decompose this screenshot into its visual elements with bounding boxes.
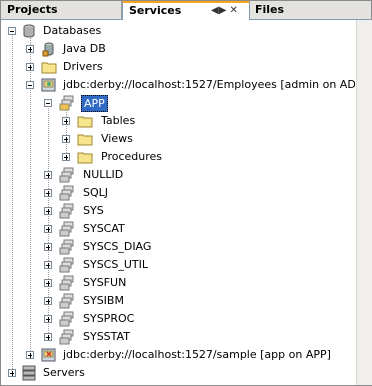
collapse-toggle[interactable] bbox=[8, 27, 16, 35]
schema-icon bbox=[59, 239, 74, 255]
collapse-toggle[interactable] bbox=[44, 99, 52, 107]
tree-label: SYSCAT bbox=[83, 222, 125, 235]
tree-label: Views bbox=[101, 132, 133, 145]
tree-label: SYSIBM bbox=[83, 294, 124, 307]
schema-icon bbox=[59, 275, 74, 291]
vertical-scrollbar[interactable] bbox=[356, 20, 372, 385]
folder-icon bbox=[77, 134, 93, 146]
schema-icon bbox=[59, 203, 74, 219]
expand-toggle[interactable] bbox=[44, 297, 52, 305]
tree-node-schema-syscs-util[interactable]: SYSCS_UTIL bbox=[1, 256, 355, 274]
tree-node-tables[interactable]: Tables bbox=[1, 112, 355, 130]
tree-node-schema-app[interactable]: APP bbox=[1, 94, 355, 112]
tree-label: SYSCS_DIAG bbox=[83, 240, 152, 253]
database-icon bbox=[23, 24, 35, 38]
tab-projects-label: Projects bbox=[7, 3, 58, 16]
tree-label: SYSSTAT bbox=[83, 330, 130, 343]
tab-files-label: Files bbox=[255, 3, 285, 16]
tree-label: SYSCS_UTIL bbox=[83, 258, 148, 271]
schema-icon bbox=[59, 293, 74, 309]
expand-toggle[interactable] bbox=[8, 369, 16, 377]
tree-label: jdbc:derby://localhost:1527/sample [app … bbox=[63, 348, 331, 361]
expand-toggle[interactable] bbox=[62, 117, 70, 125]
expand-toggle[interactable] bbox=[62, 135, 70, 143]
tree-node-drivers[interactable]: Drivers bbox=[1, 58, 355, 76]
tree-node-schema-nullid[interactable]: NULLID bbox=[1, 166, 355, 184]
tree-node-procedures[interactable]: Procedures bbox=[1, 148, 355, 166]
folder-icon bbox=[41, 62, 57, 74]
expand-toggle[interactable] bbox=[44, 333, 52, 341]
tree-node-schema-sysstat[interactable]: SYSSTAT bbox=[1, 328, 355, 346]
tree-node-servers[interactable]: Servers bbox=[1, 364, 355, 382]
tree-label: Servers bbox=[43, 366, 85, 379]
java-db-icon bbox=[42, 42, 54, 57]
connection-icon bbox=[41, 78, 56, 92]
tree-label: jdbc:derby://localhost:1527/Employees [a… bbox=[63, 78, 355, 91]
tree-node-connection-sample[interactable]: jdbc:derby://localhost:1527/sample [app … bbox=[1, 346, 355, 364]
schema-icon bbox=[59, 257, 74, 273]
expand-toggle[interactable] bbox=[44, 315, 52, 323]
tab-bar: Projects Services ◀▶ ✕ Files bbox=[1, 1, 371, 20]
connection-broken-icon bbox=[41, 348, 56, 362]
tab-services-controls[interactable]: ◀▶ ✕ bbox=[211, 3, 238, 19]
schema-icon bbox=[59, 95, 74, 111]
services-tree: Databases Java DB Drivers jdbc:derby://l… bbox=[1, 20, 355, 385]
tree-node-schema-sysibm[interactable]: SYSIBM bbox=[1, 292, 355, 310]
tab-services[interactable]: Services ◀▶ ✕ bbox=[122, 1, 250, 20]
tree-node-connection-employees[interactable]: jdbc:derby://localhost:1527/Employees [a… bbox=[1, 76, 355, 94]
tree-node-schema-syscs-diag[interactable]: SYSCS_DIAG bbox=[1, 238, 355, 256]
schema-icon bbox=[59, 329, 74, 345]
expand-toggle[interactable] bbox=[44, 207, 52, 215]
folder-icon bbox=[77, 152, 93, 164]
services-window: Projects Services ◀▶ ✕ Files Databases J… bbox=[0, 0, 372, 386]
tree-label: SYSFUN bbox=[83, 276, 127, 289]
tree-node-views[interactable]: Views bbox=[1, 130, 355, 148]
expand-toggle[interactable] bbox=[26, 63, 34, 71]
tree-node-databases[interactable]: Databases bbox=[1, 22, 355, 40]
tree-node-javadb[interactable]: Java DB bbox=[1, 40, 355, 58]
tree-node-schema-sqlj[interactable]: SQLJ bbox=[1, 184, 355, 202]
expand-toggle[interactable] bbox=[44, 243, 52, 251]
expand-toggle[interactable] bbox=[62, 153, 70, 161]
server-icon bbox=[22, 365, 36, 381]
tree-label: Drivers bbox=[63, 60, 103, 73]
tree-node-schema-sys[interactable]: SYS bbox=[1, 202, 355, 220]
tree-label: Tables bbox=[101, 114, 136, 127]
expand-toggle[interactable] bbox=[44, 225, 52, 233]
collapse-toggle[interactable] bbox=[26, 81, 34, 89]
expand-toggle[interactable] bbox=[44, 189, 52, 197]
folder-icon bbox=[77, 116, 93, 128]
schema-icon bbox=[59, 185, 74, 201]
tab-services-label: Services bbox=[129, 4, 182, 17]
expand-toggle[interactable] bbox=[26, 45, 34, 53]
tree-label: NULLID bbox=[83, 168, 124, 181]
tree-label: Databases bbox=[43, 24, 102, 37]
tree-node-schema-sysproc[interactable]: SYSPROC bbox=[1, 310, 355, 328]
tree-label: Java DB bbox=[63, 42, 106, 55]
tab-files[interactable]: Files bbox=[251, 1, 311, 19]
schema-icon bbox=[59, 167, 74, 183]
tree-node-schema-sysfun[interactable]: SYSFUN bbox=[1, 274, 355, 292]
tree-node-schema-syscat[interactable]: SYSCAT bbox=[1, 220, 355, 238]
schema-icon bbox=[59, 311, 74, 327]
expand-toggle[interactable] bbox=[26, 351, 34, 359]
expand-toggle[interactable] bbox=[44, 171, 52, 179]
tree-label: SYS bbox=[83, 204, 104, 217]
expand-toggle[interactable] bbox=[44, 261, 52, 269]
tree-label: SYSPROC bbox=[83, 312, 135, 325]
tab-projects[interactable]: Projects bbox=[1, 1, 122, 19]
schema-icon bbox=[59, 221, 74, 237]
expand-toggle[interactable] bbox=[44, 279, 52, 287]
tree-label: SQLJ bbox=[83, 186, 109, 199]
tree-label: Procedures bbox=[101, 150, 162, 163]
tree-label-selected: APP bbox=[81, 95, 108, 112]
